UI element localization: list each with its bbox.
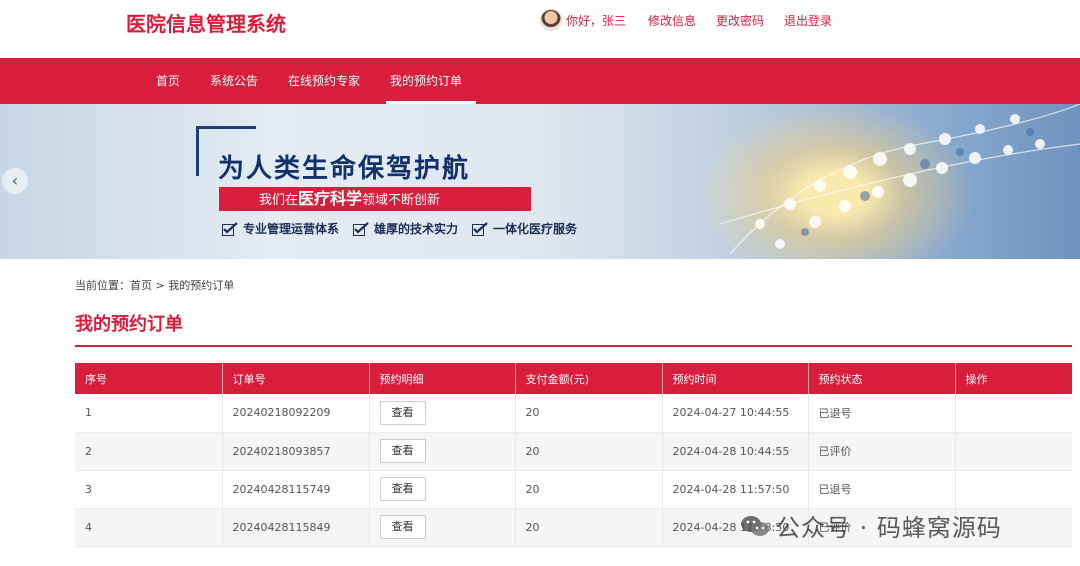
cell-status: 已退号 [808,394,956,433]
nav-item-my-orders[interactable]: 我的预约订单 [386,58,477,104]
banner-title: 为人类生命保驾护航 [218,154,471,184]
cell-action [955,394,1072,433]
cell-time: 2024-04-28 11:57:50 [662,470,809,509]
view-detail-button[interactable]: 查看 [379,477,426,501]
checkbox-icon [353,221,369,236]
banner-features: 专业管理运营体系 雄厚的技术实力 一体化医疗服务 [222,220,591,237]
cell-no: 2 [75,432,223,471]
cell-order: 20240428115749 [222,470,370,509]
view-detail-button[interactable]: 查看 [379,400,426,425]
cell-order: 20240218092209 [222,394,370,433]
cell-order: 20240428115849 [222,508,370,547]
nav-item-book-expert[interactable]: 在线预约专家 [288,58,360,104]
divider [75,345,1072,347]
col-header-action: 操作 [955,363,1072,394]
cell-time: 2024-04-28 10:44:55 [662,432,809,471]
col-header-no: 序号 [75,363,223,394]
table-row: 2 20240218093857 查看 20 2024-04-28 10:44:… [75,432,1072,471]
banner-feature: 专业管理运营体系 [222,220,339,237]
view-detail-button[interactable]: 查看 [379,515,426,539]
table-row: 1 20240218092209 查看 20 2024-04-27 10:44:… [75,394,1072,433]
banner-feature: 一体化医疗服务 [472,220,577,237]
nav-item-home[interactable]: 首页 [156,58,180,104]
checkbox-icon [472,221,488,236]
cell-no: 1 [75,394,223,433]
col-header-time: 预约时间 [662,363,809,394]
cell-action [955,470,1072,509]
cell-order: 20240218093857 [222,432,370,471]
change-password-link[interactable]: 更改密码 [716,12,764,29]
page-title: 我的预约订单 [75,314,183,335]
dna-helix-graphic [720,104,1080,255]
cell-time: 2024-04-27 10:44:55 [662,394,809,433]
user-area: 你好，张三 修改信息 更改密码 退出登录 [540,6,852,34]
edit-info-link[interactable]: 修改信息 [648,12,696,29]
view-detail-button[interactable]: 查看 [379,439,426,463]
user-greeting: 你好，张三 [566,13,627,28]
site-title: 医院信息管理系统 [126,12,286,36]
table-row: 3 20240428115749 查看 20 2024-04-28 11:57:… [75,470,1072,509]
wechat-icon [741,515,769,536]
cell-no: 4 [75,508,223,547]
cell-amount: 20 [515,432,663,471]
cell-status: 已退号 [808,470,956,509]
carousel-prev-button[interactable]: ‹ [2,168,28,194]
cell-no: 3 [75,470,223,509]
col-header-order: 订单号 [222,363,370,394]
nav-item-announcements[interactable]: 系统公告 [210,58,258,104]
col-header-status: 预约状态 [808,363,956,394]
banner-feature: 雄厚的技术实力 [353,220,458,237]
user-avatar [540,9,562,31]
watermark: 公众号 · 码蜂窝源码 [740,508,1002,543]
logout-link[interactable]: 退出登录 [784,12,832,29]
top-header: 医院信息管理系统 你好，张三 修改信息 更改密码 退出登录 [0,0,1080,58]
breadcrumb: 当前位置：首页 > 我的预约订单 [75,279,235,292]
cell-action [955,432,1072,471]
table-header-row: 序号 订单号 预约明细 支付金额(元) 预约时间 预约状态 操作 [75,363,1072,394]
cell-status: 已评价 [808,432,956,471]
hero-banner: 为人类生命保驾护航 我们在医疗科学领域不断创新 专业管理运营体系 雄厚的技术实力… [0,104,1080,259]
banner-subtitle: 我们在医疗科学领域不断创新 [219,187,531,211]
col-header-detail: 预约明细 [369,363,516,394]
col-header-amount: 支付金额(元) [515,363,663,394]
cell-amount: 20 [515,394,663,433]
main-nav: 首页 系统公告 在线预约专家 我的预约订单 [0,58,1080,104]
cell-amount: 20 [515,508,663,547]
cell-amount: 20 [515,470,663,509]
checkbox-icon [222,221,238,236]
